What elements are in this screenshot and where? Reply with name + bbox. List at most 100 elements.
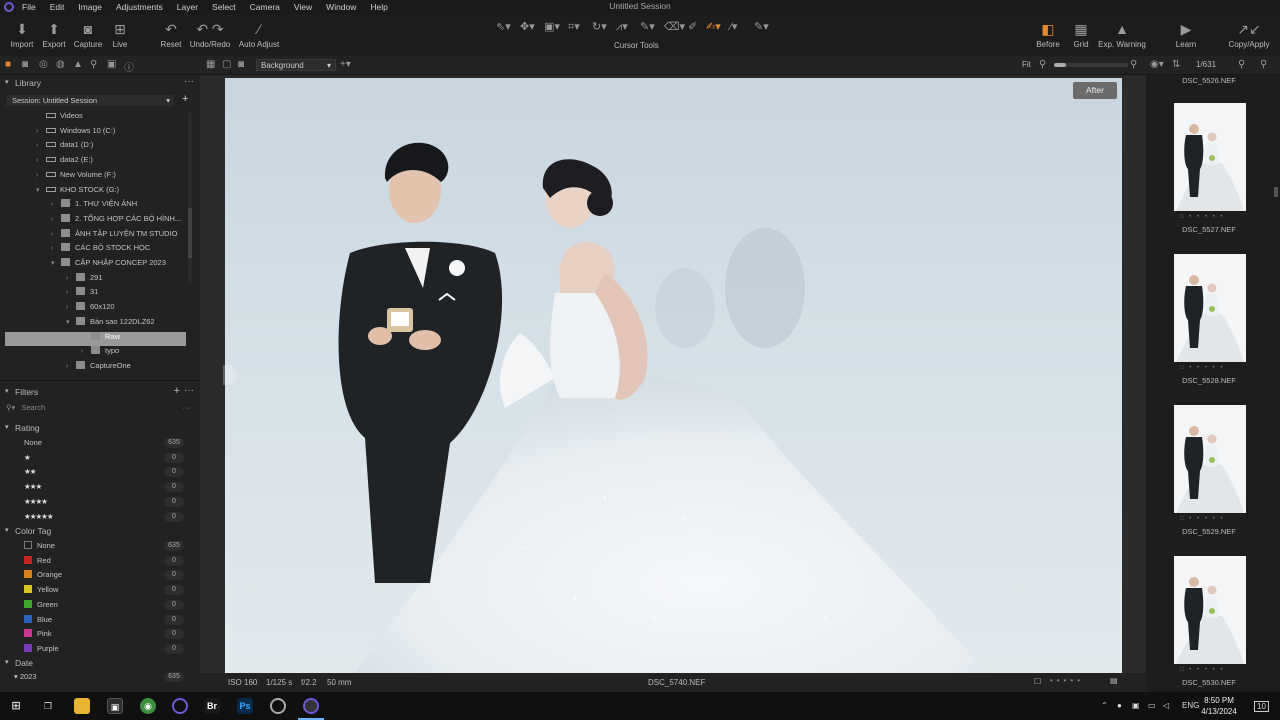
chevron-icon[interactable]: ▾ bbox=[51, 259, 61, 267]
thumbnail[interactable] bbox=[1174, 405, 1246, 513]
photoshop-icon[interactable]: Ps bbox=[237, 698, 253, 714]
color-tag-header[interactable]: ▾ Color Tag bbox=[0, 525, 200, 538]
rating-filter-item[interactable]: ★★ 0 bbox=[24, 467, 184, 481]
cursor-brush-icon[interactable]: ✎▾ bbox=[640, 20, 655, 33]
reset-button[interactable]: ↶ Reset bbox=[158, 18, 184, 49]
mic-icon[interactable]: ● bbox=[1117, 701, 1122, 710]
cursor-eraser-icon[interactable]: ⌫▾ bbox=[664, 20, 685, 33]
more-icon[interactable]: ··· bbox=[184, 385, 194, 396]
thumb-rating-dots[interactable]: □ • • • • • bbox=[1180, 667, 1224, 673]
add-session-icon[interactable]: + bbox=[182, 93, 188, 105]
capture-button[interactable]: ◙ Capture bbox=[72, 18, 104, 49]
notification-icon[interactable]: 10 bbox=[1254, 701, 1269, 712]
chevron-icon[interactable]: › bbox=[51, 231, 61, 238]
live-button[interactable]: ⊞ Live bbox=[108, 18, 132, 49]
adjust-tab-icon[interactable]: ▣ bbox=[107, 59, 116, 70]
tree-item[interactable]: ▾ Bản sao 122DLZ62 bbox=[66, 316, 155, 331]
color-tag-filter-item[interactable]: Blue 0 bbox=[24, 614, 184, 629]
tree-item[interactable]: Videos bbox=[36, 111, 83, 125]
tree-item[interactable]: › 60x120 bbox=[66, 302, 115, 316]
eye-icon[interactable]: ◉▾ bbox=[1150, 59, 1164, 70]
compare-view-icon[interactable]: ◙ bbox=[238, 59, 244, 70]
grid-view-icon[interactable]: ▦ bbox=[206, 59, 215, 70]
image-viewer[interactable] bbox=[200, 75, 1146, 673]
cursor-select-icon[interactable]: ⇖▾ bbox=[496, 20, 511, 33]
more-icon[interactable]: ··· bbox=[183, 403, 191, 412]
details-tab-icon[interactable]: ▲ bbox=[73, 59, 83, 70]
cursor-keystone-icon[interactable]: ⩘▾ bbox=[616, 20, 628, 34]
single-view-icon[interactable]: ▢ bbox=[222, 59, 231, 70]
tree-item[interactable]: ▾ KHO STOCK (G:) bbox=[36, 185, 119, 199]
chevron-icon[interactable]: › bbox=[81, 348, 91, 355]
rating-filter-item[interactable]: ★★★ 0 bbox=[24, 482, 184, 496]
tray-app-icon[interactable]: ▣ bbox=[1132, 701, 1140, 710]
exposure-tab-icon[interactable]: ◍ bbox=[56, 59, 65, 70]
tree-item[interactable]: › ẢNH TẬP LUYỆN TM STUDIO bbox=[51, 228, 178, 243]
library-scrollbar-thumb[interactable] bbox=[188, 208, 192, 258]
chrome-icon[interactable]: ◉ bbox=[140, 698, 156, 714]
color-tag-filter-item[interactable]: None 635 bbox=[24, 541, 184, 555]
color-tag-filter-item[interactable]: Purple 0 bbox=[24, 643, 184, 658]
tree-item[interactable]: › New Volume (F:) bbox=[36, 170, 116, 184]
tree-item[interactable]: › typo bbox=[81, 346, 119, 360]
copy-apply-button[interactable]: ↗↙ Copy/Apply bbox=[1226, 18, 1272, 49]
checkbox-icon[interactable]: ☐ bbox=[1034, 677, 1041, 686]
color-tag-filter-item[interactable]: Pink 0 bbox=[24, 629, 184, 643]
zoom-fit-label[interactable]: Fit bbox=[1022, 60, 1031, 69]
grid-button[interactable]: ▦ Grid bbox=[1070, 18, 1092, 49]
thumb-rating-dots[interactable]: □ • • • • • bbox=[1180, 516, 1224, 522]
cursor-annotate-icon[interactable]: ✎▾ bbox=[754, 20, 769, 33]
zoom-in-icon[interactable]: ⚲ bbox=[1130, 59, 1137, 70]
thumbnail[interactable] bbox=[1174, 254, 1246, 362]
rating-header[interactable]: ▾ Rating bbox=[0, 422, 200, 435]
before-button[interactable]: ◧ Before bbox=[1034, 18, 1062, 49]
filter-search-input[interactable]: ⚲▾ Search ··· bbox=[6, 403, 192, 415]
folder-tab-icon[interactable]: ■ bbox=[5, 59, 11, 70]
task-view-icon[interactable]: ❐ bbox=[40, 698, 56, 714]
zoom-slider[interactable] bbox=[1054, 63, 1128, 67]
tree-item[interactable]: › data2 (E:) bbox=[36, 155, 93, 169]
color-tag-filter-item[interactable]: Red 0 bbox=[24, 555, 184, 570]
rating-filter-item[interactable]: ★★★★ 0 bbox=[24, 496, 184, 511]
network-icon[interactable]: ▭ bbox=[1148, 701, 1156, 710]
chevron-icon[interactable]: › bbox=[36, 128, 46, 135]
library-scrollbar[interactable] bbox=[188, 113, 192, 283]
tree-item[interactable]: › 2. TỔNG HỢP CÁC BỘ HÌNH... bbox=[51, 213, 181, 228]
cursor-active-tool-icon[interactable]: ✍▾ bbox=[706, 20, 721, 33]
chevron-icon[interactable]: › bbox=[36, 142, 46, 149]
cursor-crop-icon[interactable]: ⌗▾ bbox=[568, 20, 580, 34]
after-badge[interactable]: After bbox=[1073, 82, 1117, 99]
thumbnail[interactable] bbox=[1174, 103, 1246, 211]
cursor-heal-icon[interactable]: ✐ bbox=[688, 20, 697, 33]
tree-item[interactable]: › data1 (D:) bbox=[36, 140, 93, 154]
export-button[interactable]: ⬆ Export bbox=[40, 18, 68, 49]
bridge-icon[interactable]: Br bbox=[204, 698, 220, 714]
filters-header[interactable]: ▾ Filters + ··· bbox=[0, 385, 200, 399]
store-icon[interactable]: ▣ bbox=[107, 698, 123, 714]
library-header[interactable]: ▾ Library ··· bbox=[0, 76, 200, 90]
chevron-icon[interactable]: › bbox=[36, 157, 46, 164]
tray-expand-icon[interactable]: ⌃ bbox=[1101, 701, 1108, 710]
chevron-icon[interactable]: › bbox=[66, 363, 76, 370]
cursor-pan-icon[interactable]: ✥▾ bbox=[520, 20, 535, 33]
add-variant-icon[interactable]: +▾ bbox=[340, 59, 351, 70]
chevron-icon[interactable]: ▾ bbox=[66, 318, 76, 326]
chevron-icon[interactable]: › bbox=[51, 245, 61, 252]
tree-item[interactable]: › CaptureOne bbox=[66, 360, 131, 375]
zoom-slider-handle[interactable] bbox=[1054, 63, 1066, 67]
exp-warning-button[interactable]: ▲ Exp. Warning bbox=[1098, 18, 1146, 49]
browser-scrollbar-thumb[interactable] bbox=[1274, 187, 1278, 197]
thumbnail[interactable] bbox=[1174, 556, 1246, 664]
color-tag-filter-item[interactable]: Green 0 bbox=[24, 599, 184, 614]
session-dropdown[interactable]: Session: Untitled Session ▾ bbox=[6, 95, 174, 106]
chevron-icon[interactable]: › bbox=[66, 289, 76, 296]
rating-filter-item[interactable]: ★★★★★ 0 bbox=[24, 511, 184, 526]
chevron-icon[interactable]: › bbox=[81, 334, 91, 341]
color-tag-filter-item[interactable]: Yellow 0 bbox=[24, 585, 184, 599]
info-tab-icon[interactable]: ⓘ bbox=[124, 59, 134, 74]
layout-icon[interactable]: ▤ bbox=[1110, 676, 1118, 685]
chevron-icon[interactable]: › bbox=[66, 275, 76, 282]
browser-search-icon[interactable]: ⚲ bbox=[1238, 59, 1245, 70]
color-tab-icon[interactable]: ◎ bbox=[39, 59, 48, 70]
thumb-rating-dots[interactable]: □ • • • • • bbox=[1180, 214, 1224, 220]
